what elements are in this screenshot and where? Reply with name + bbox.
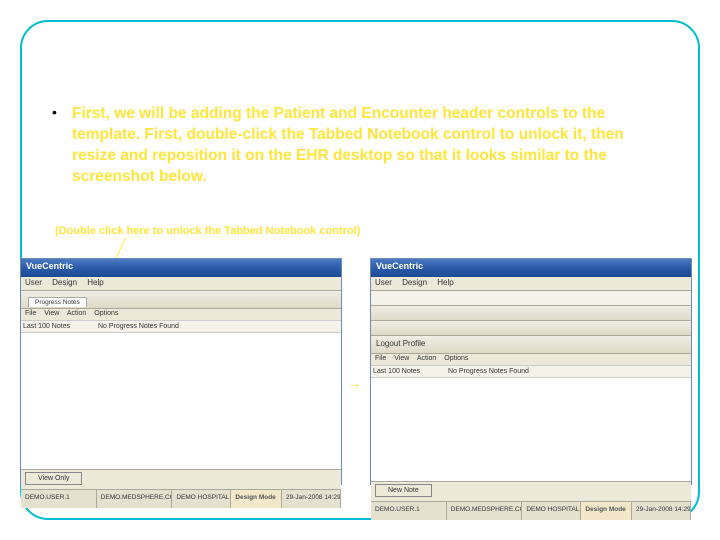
menu-design[interactable]: Design — [52, 278, 77, 287]
instruction-block: • First, we will be adding the Patient a… — [72, 104, 660, 188]
encounter-header-band — [371, 321, 691, 336]
status-user: DEMO.USER.1 — [21, 490, 97, 508]
menu-help[interactable]: Help — [437, 278, 453, 287]
submenu-options[interactable]: Options — [94, 310, 118, 317]
status-time: 29-Jan-2008 14:29 — [632, 502, 691, 520]
toolbar-blank — [371, 291, 691, 306]
menubar: User Design Help — [21, 277, 341, 291]
app-window-before: VueCentric User Design Help Progress Not… — [20, 258, 342, 485]
menubar: User Design Help — [371, 277, 691, 291]
status-site: DEMO HOSPITAL — [172, 490, 231, 508]
menu-design[interactable]: Design — [402, 278, 427, 287]
bullet-dot: • — [52, 104, 57, 120]
body-area: Last 100 Notes No Progress Notes Found — [371, 366, 691, 481]
status-server: DEMO.MEDSPHERE.COM — [97, 490, 173, 508]
menu-help[interactable]: Help — [87, 278, 103, 287]
note-view-header: No Progress Notes Found — [96, 321, 341, 333]
notes-list-header: Last 100 Notes — [371, 366, 446, 378]
button-area: View Only — [21, 469, 341, 489]
note-view-pane: No Progress Notes Found — [446, 366, 691, 481]
titlebar: VueCentric — [371, 259, 691, 277]
sub-menubar: File View Action Options — [21, 309, 341, 321]
instruction-text: First, we will be adding the Patient and… — [72, 104, 660, 188]
submenu-file[interactable]: File — [25, 310, 36, 317]
titlebar: VueCentric — [21, 259, 341, 277]
new-note-button[interactable]: New Note — [375, 484, 432, 497]
status-site: DEMO HOSPITAL — [522, 502, 581, 520]
transition-arrow: → — [347, 375, 360, 391]
status-mode: Design Mode — [231, 490, 282, 508]
status-server: DEMO.MEDSPHERE.COM — [447, 502, 523, 520]
note-view-pane: No Progress Notes Found — [96, 321, 341, 469]
body-area: Last 100 Notes No Progress Notes Found — [21, 321, 341, 469]
menu-user[interactable]: User — [25, 278, 42, 287]
status-mode: Design Mode — [581, 502, 632, 520]
submenu-options[interactable]: Options — [444, 355, 468, 362]
tab-progress-notes[interactable]: Progress Notes — [28, 297, 87, 307]
notes-list-pane: Last 100 Notes — [21, 321, 97, 469]
status-user: DEMO.USER.1 — [371, 502, 447, 520]
submenu-action[interactable]: Action — [417, 355, 436, 362]
unlock-hint: (Double click here to unlock the Tabbed … — [55, 225, 360, 237]
submenu-view[interactable]: View — [44, 310, 59, 317]
button-area: New Note — [371, 481, 691, 501]
note-view-header: No Progress Notes Found — [446, 366, 691, 378]
view-only-button[interactable]: View Only — [25, 472, 82, 485]
app-window-after: VueCentric User Design Help Logout Profi… — [370, 258, 692, 485]
statusbar: DEMO.USER.1 DEMO.MEDSPHERE.COM DEMO HOSP… — [371, 501, 691, 520]
menu-user[interactable]: User — [375, 278, 392, 287]
patient-header-band — [371, 306, 691, 321]
submenu-action[interactable]: Action — [67, 310, 86, 317]
notes-list-pane: Last 100 Notes — [371, 366, 447, 481]
patient-band: Logout Profile — [371, 336, 691, 354]
status-time: 29-Jan-2008 14:29 — [282, 490, 341, 508]
patient-band: Progress Notes — [21, 291, 341, 309]
notes-list-header: Last 100 Notes — [21, 321, 96, 333]
sub-menubar: File View Action Options — [371, 354, 691, 366]
statusbar: DEMO.USER.1 DEMO.MEDSPHERE.COM DEMO HOSP… — [21, 489, 341, 508]
submenu-view[interactable]: View — [394, 355, 409, 362]
submenu-file[interactable]: File — [375, 355, 386, 362]
